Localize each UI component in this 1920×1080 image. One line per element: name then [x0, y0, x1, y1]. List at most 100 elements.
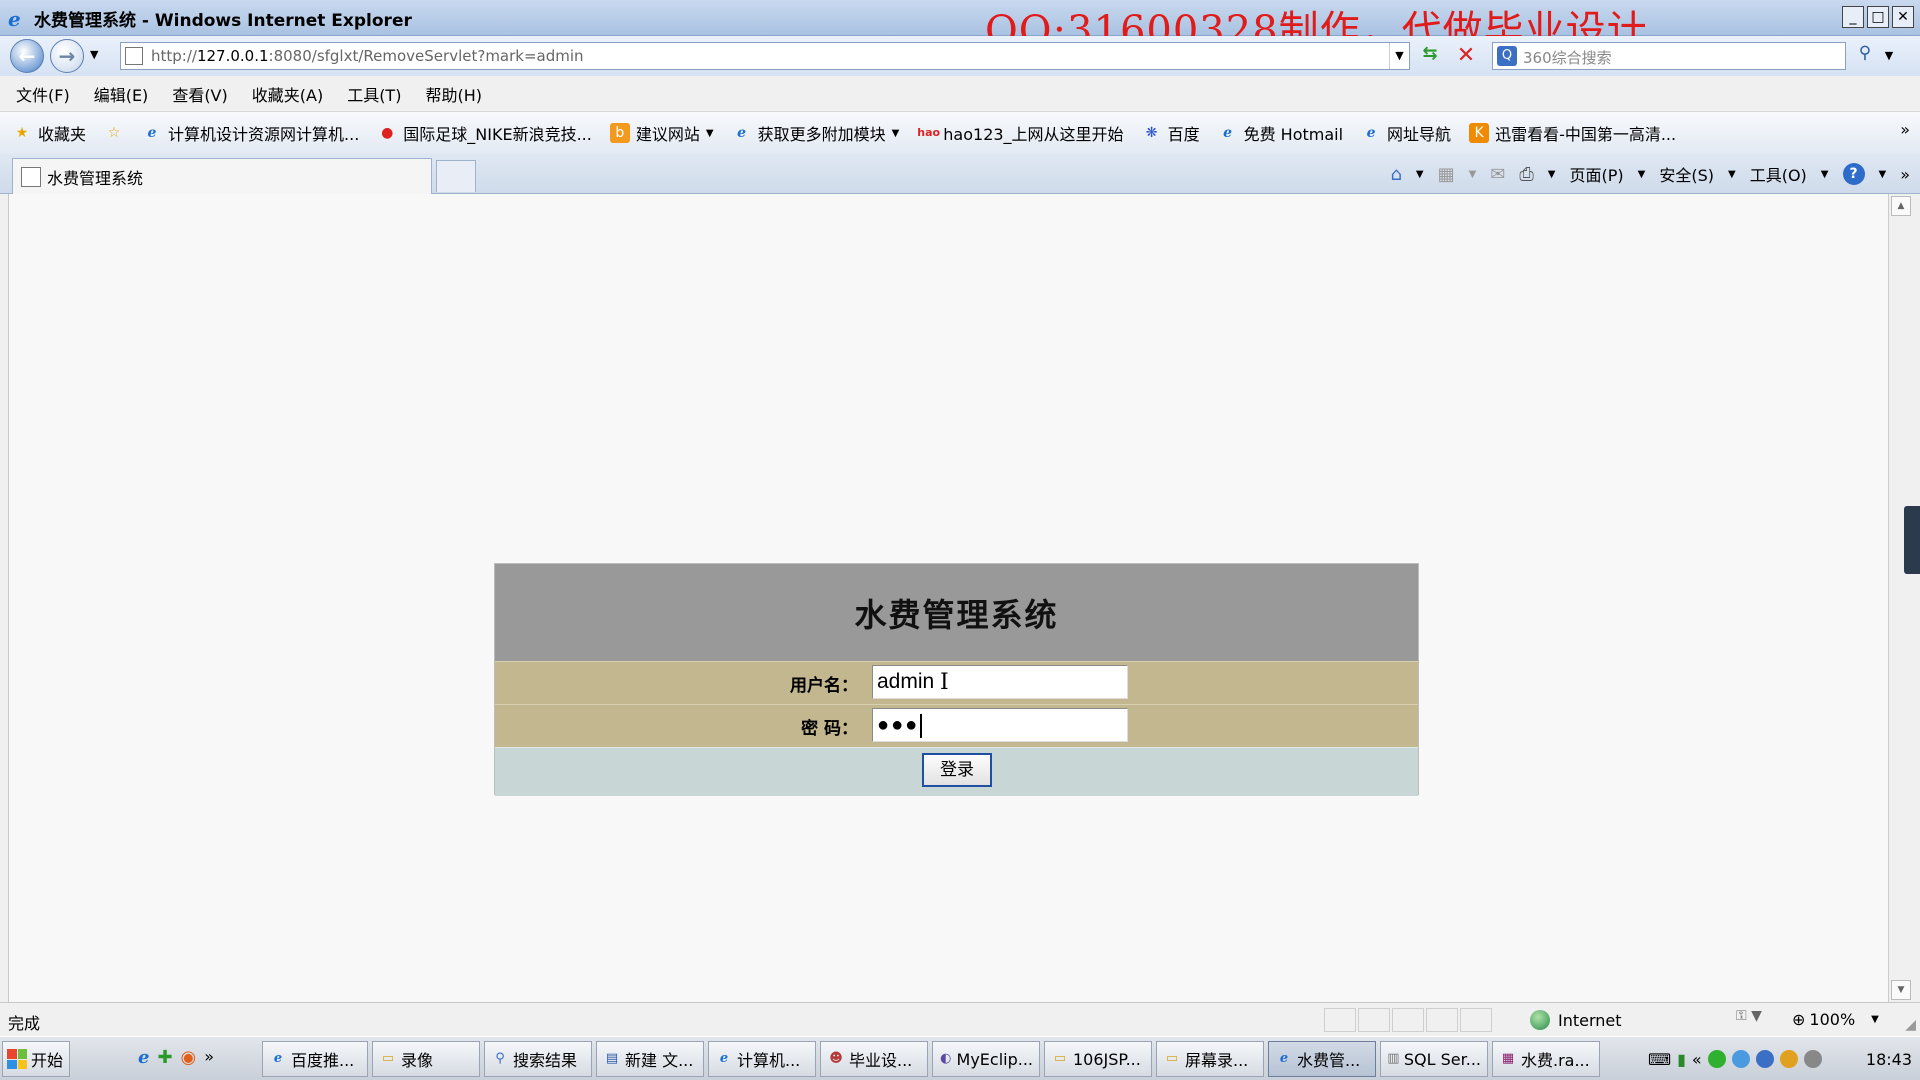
battery-icon[interactable]: ▮	[1677, 1050, 1686, 1069]
stop-icon[interactable]: ✕	[1452, 43, 1480, 69]
password-row: 密 码： ●●●	[495, 704, 1418, 747]
maximize-button[interactable]: □	[1867, 6, 1889, 28]
tab-current[interactable]: 水费管理系统	[12, 158, 432, 194]
address-url[interactable]: http://127.0.0.1:8080/sfglxt/RemoveServl…	[151, 47, 584, 65]
close-button[interactable]: ✕	[1892, 6, 1914, 28]
fav-item[interactable]: e 网址导航	[1361, 121, 1451, 145]
add-favorite-button[interactable]: ☆	[104, 123, 124, 143]
home-icon[interactable]: ⌂	[1390, 164, 1401, 185]
menu-favorites[interactable]: 收藏夹(A)	[252, 82, 323, 106]
tray-expand-icon[interactable]: «	[1692, 1050, 1702, 1069]
fav-item[interactable]: e 免费 Hotmail	[1218, 121, 1343, 145]
ie-logo-icon: e	[8, 7, 21, 31]
tray-app-icon[interactable]	[1707, 1050, 1726, 1068]
fav-item[interactable]: e 计算机设计资源网计算机...	[142, 121, 360, 145]
print-dropdown-icon[interactable]: ▼	[1548, 169, 1556, 180]
safety-menu[interactable]: 安全(S)	[1659, 162, 1714, 186]
tray-app-icon[interactable]	[1731, 1050, 1750, 1068]
favorites-more-icon[interactable]: »	[1900, 120, 1910, 139]
suggested-sites-icon: b	[609, 123, 630, 143]
taskbar-item[interactable]: ▦ 水费.ra...	[1492, 1041, 1600, 1077]
minimize-button[interactable]: _	[1842, 6, 1864, 28]
protected-mode-icon[interactable]: ⚿ ▼	[1736, 1008, 1786, 1032]
new-tab-button[interactable]	[436, 160, 476, 192]
taskbar-item-active[interactable]: e 水费管...	[1268, 1041, 1376, 1077]
zoom-dropdown-icon[interactable]: ▼	[1871, 1014, 1879, 1025]
login-heading: 水费管理系统	[495, 564, 1418, 661]
feeds-icon[interactable]: ▦	[1438, 164, 1455, 185]
taskbar-item[interactable]: ☻ 毕业设...	[820, 1041, 928, 1077]
search-icon[interactable]: ⚲	[1852, 43, 1878, 69]
menu-tools[interactable]: 工具(T)	[347, 82, 401, 106]
hao123-icon: hao	[917, 126, 941, 139]
fav-item[interactable]: K 迅雷看看-中国第一高清...	[1469, 121, 1676, 145]
security-zone[interactable]: Internet	[1530, 1008, 1730, 1032]
password-input[interactable]: ●●●	[872, 708, 1128, 742]
refresh-icon[interactable]: ⇆	[1416, 43, 1444, 69]
fav-item[interactable]: e 获取更多附加模块 ▼	[732, 121, 899, 145]
taskbar-item[interactable]: ▭ 录像	[372, 1041, 480, 1077]
favorites-button[interactable]: ★ 收藏夹	[12, 121, 86, 145]
page-menu[interactable]: 页面(P)	[1570, 162, 1624, 186]
taskbar-item[interactable]: ◐ MyEclip...	[932, 1041, 1040, 1077]
status-pane	[1392, 1008, 1424, 1032]
menu-edit[interactable]: 编辑(E)	[94, 82, 149, 106]
password-value: ●●●	[877, 714, 920, 736]
fav-item-label: 网址导航	[1387, 125, 1452, 144]
history-dropdown-icon[interactable]: ▼	[90, 48, 98, 61]
home-dropdown-icon[interactable]: ▼	[1416, 169, 1424, 180]
ie-page-icon: e	[1223, 125, 1233, 141]
clock[interactable]: 18:43	[1866, 1050, 1912, 1069]
command-bar: ⌂ ▼ ▦ ▼ ✉ ⎙ ▼ 页面(P) ▼ 安全(S) ▼ 工具(O) ▼ ? ▼ »	[1390, 162, 1910, 186]
taskbar-item[interactable]: ▥ SQL Ser...	[1380, 1041, 1488, 1077]
keyboard-icon[interactable]: ⌨	[1648, 1050, 1671, 1069]
back-button[interactable]: ←	[10, 39, 44, 73]
login-button[interactable]: 登录	[922, 753, 992, 787]
search-dropdown-icon[interactable]: ▼	[1880, 43, 1898, 69]
address-bar[interactable]: http://127.0.0.1:8080/sfglxt/RemoveServl…	[120, 42, 1410, 70]
tools-menu[interactable]: 工具(O)	[1750, 162, 1807, 186]
username-input[interactable]: admin	[872, 665, 1128, 699]
taskbar-item[interactable]: e 计算机...	[708, 1041, 816, 1077]
menu-help[interactable]: 帮助(H)	[425, 82, 482, 106]
resize-grip-icon[interactable]: ◢	[1905, 1017, 1916, 1033]
window-titlebar[interactable]: e 水费管理系统 - Windows Internet Explorer QQ:…	[0, 0, 1920, 54]
taskbar-item[interactable]: ▤ 新建 文...	[596, 1041, 704, 1077]
quicklaunch-more-icon[interactable]: »	[204, 1047, 214, 1068]
vertical-scrollbar[interactable]: ▲ ▼	[1888, 194, 1912, 1002]
taskbar-item[interactable]: ⚲ 搜索结果	[484, 1041, 592, 1077]
menu-file[interactable]: 文件(F)	[16, 82, 70, 106]
mail-icon[interactable]: ✉	[1490, 164, 1505, 185]
fav-item[interactable]: ● 国际足球_NIKE新浪竞技...	[377, 121, 592, 145]
tray-app-icon[interactable]	[1755, 1050, 1774, 1068]
scroll-down-icon[interactable]: ▼	[1891, 980, 1911, 1000]
ie-quicklaunch-icon[interactable]: e	[138, 1047, 149, 1068]
chevron-down-icon: ▼	[705, 127, 714, 139]
fav-item[interactable]: hao hao123_上网从这里开始	[917, 121, 1123, 145]
fav-item[interactable]: ❋ 百度	[1142, 121, 1200, 145]
fav-item[interactable]: b 建议网站 ▼	[609, 121, 714, 145]
taskbar-item[interactable]: ▭ 屏幕录...	[1156, 1041, 1264, 1077]
start-button[interactable]: 开始	[2, 1041, 70, 1077]
address-dropdown-icon[interactable]: ▼	[1389, 43, 1409, 69]
task-label: 搜索结果	[513, 1051, 578, 1070]
qq-icon[interactable]	[1779, 1050, 1798, 1068]
forward-button[interactable]: →	[50, 39, 84, 73]
folder-icon: ▭	[1165, 1051, 1179, 1066]
cmdbar-more-icon[interactable]: »	[1900, 165, 1910, 184]
search-box[interactable]: Q 360综合搜索	[1492, 42, 1846, 70]
taskbar-item[interactable]: ▭ 106JSP...	[1044, 1041, 1152, 1077]
network-icon[interactable]	[1803, 1050, 1822, 1068]
help-icon[interactable]: ?	[1842, 163, 1865, 185]
scroll-up-icon[interactable]: ▲	[1891, 196, 1911, 216]
feeds-dropdown-icon[interactable]: ▼	[1469, 169, 1477, 180]
menu-view[interactable]: 查看(V)	[172, 82, 227, 106]
chrome-icon[interactable]: ◉	[181, 1047, 197, 1068]
window-title: 水费管理系统 - Windows Internet Explorer	[34, 11, 412, 31]
360-icon[interactable]: ✚	[157, 1047, 172, 1068]
side-panel-handle[interactable]	[1904, 506, 1920, 574]
taskbar-item[interactable]: e 百度推...	[262, 1041, 368, 1077]
search-input[interactable]: 360综合搜索	[1523, 47, 1612, 68]
zoom-control[interactable]: ⊕ 100% ▼	[1792, 1010, 1879, 1029]
print-icon[interactable]: ⎙	[1519, 164, 1533, 185]
